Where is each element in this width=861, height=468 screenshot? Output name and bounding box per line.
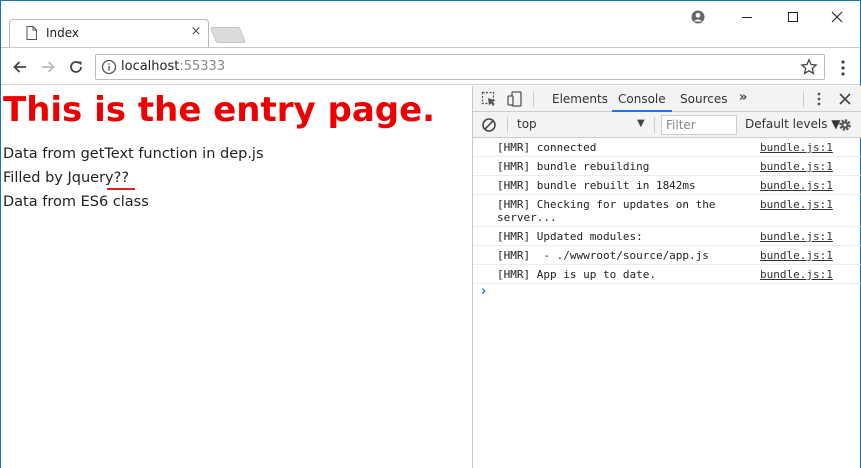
maximize-button[interactable] [770,3,816,31]
back-icon [13,61,26,73]
title-bar: Index × [1,1,860,47]
back-button[interactable] [9,56,31,78]
console-message: [HMR] bundle rebuilt in 1842ms bundle.js… [473,176,861,195]
url-text[interactable]: localhost:55333 [121,59,225,74]
console-message: [HMR] Checking for updates on the server… [473,195,861,227]
console-message: [HMR] bundle rebuilding bundle.js:1 [473,157,861,176]
tab-sources[interactable]: Sources [674,86,733,112]
console-source-link[interactable]: bundle.js:1 [760,249,833,262]
log-levels-dropdown[interactable]: Default levels ▼ [745,117,841,131]
context-dropdown-icon[interactable]: ▼ [637,118,645,129]
clear-icon[interactable] [481,117,497,133]
forward-button[interactable] [37,56,59,78]
console-prompt[interactable]: › [473,284,861,302]
console-source-link[interactable]: bundle.js:1 [760,141,833,154]
tabbar-divider [803,91,804,107]
browser-window: Index × localhost:55333 This is the entr… [0,0,861,468]
address-bar[interactable]: localhost:55333 [95,54,825,80]
inspect-icon[interactable] [481,91,497,107]
reload-button[interactable] [65,56,87,78]
console-message-text: [HMR] - ./wwwroot/source/app.js [497,249,709,262]
device-icon[interactable] [507,91,523,107]
minimize-button[interactable] [724,3,770,31]
more-tabs-button[interactable]: » [739,90,747,105]
close-window-button[interactable] [814,3,860,31]
console-output: [HMR] connected bundle.js:1 [HMR] bundle… [473,138,861,302]
minimize-icon [742,17,752,18]
text-line-jquery: Filled by Jquery?? [3,170,130,186]
browser-toolbar: localhost:55333 [1,47,860,85]
console-source-link[interactable]: bundle.js:1 [760,179,833,192]
browser-tab[interactable]: Index × [9,19,209,47]
new-tab-button[interactable] [209,27,247,43]
console-message: [HMR] - ./wwwroot/source/app.js bundle.j… [473,246,861,265]
console-message: [HMR] App is up to date. bundle.js:1 [473,265,861,284]
url-host: localhost [121,59,180,74]
tabbar-divider [533,91,534,107]
console-toolbar: top ▼ Filter Default levels ▼ [473,112,861,138]
context-selector[interactable]: top [517,117,537,131]
tab-close-button[interactable]: × [188,24,204,39]
info-icon[interactable] [101,59,117,75]
console-message-text: [HMR] connected [497,141,597,154]
account-button[interactable] [675,3,721,31]
toolbar-divider [654,117,655,133]
url-port: :55333 [179,59,226,74]
toolbar-divider [507,117,508,133]
tab-console[interactable]: Console [612,86,672,112]
console-message-text: [HMR] bundle rebuilt in 1842ms [497,179,696,192]
tab-title: Index [46,26,80,40]
filter-input[interactable]: Filter [661,115,737,135]
maximize-icon [788,12,798,22]
account-icon [691,10,705,24]
console-source-link[interactable]: bundle.js:1 [760,268,833,281]
page-content: This is the entry page. Data from getTex… [1,86,472,468]
console-message-text: [HMR] Updated modules: [497,230,643,243]
text-line-dep: Data from getText function in dep.js [3,146,264,162]
console-source-link[interactable]: bundle.js:1 [760,160,833,173]
spellcheck-underline [107,188,135,190]
console-message-text: [HMR] App is up to date. [497,268,656,281]
star-icon[interactable] [800,58,818,76]
console-message-text: [HMR] Checking for updates on the server… [497,198,723,224]
reload-icon [70,61,82,73]
console-source-link[interactable]: bundle.js:1 [760,198,833,211]
log-levels-label: Default levels [745,117,828,131]
tab-elements[interactable]: Elements [546,86,614,112]
gear-icon[interactable] [837,117,853,133]
text-line-es6: Data from ES6 class [3,194,149,210]
menu-icon[interactable] [837,58,849,78]
console-message: [HMR] Updated modules: bundle.js:1 [473,227,861,246]
page-heading: This is the entry page. [3,90,436,130]
forward-icon [42,61,55,73]
devtools-panel: Elements Console Sources » top ▼ Filter … [472,86,861,468]
console-message: [HMR] connected bundle.js:1 [473,138,861,157]
kebab-menu-icon[interactable] [811,91,827,107]
console-message-text: [HMR] bundle rebuilding [497,160,650,173]
devtools-tabbar: Elements Console Sources » [473,86,861,112]
close-icon [831,11,843,23]
close-devtools-icon[interactable] [837,91,853,107]
console-source-link[interactable]: bundle.js:1 [760,230,833,243]
page-icon [26,26,37,40]
